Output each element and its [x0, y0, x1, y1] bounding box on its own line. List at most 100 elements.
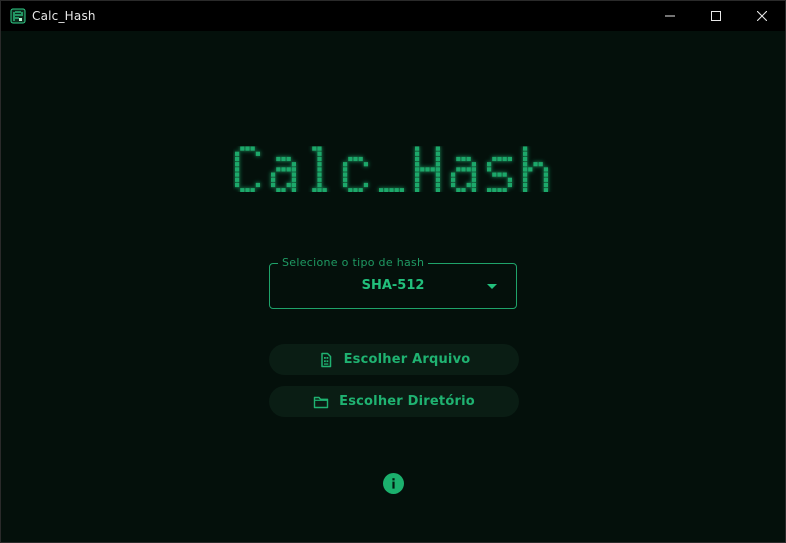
logo-dot	[363, 162, 368, 167]
close-button[interactable]	[739, 1, 785, 31]
logo-dot	[415, 167, 420, 172]
logo-dot	[492, 156, 497, 162]
logo-dot	[497, 188, 502, 192]
logo-dot	[245, 188, 250, 192]
logo-dot	[235, 151, 240, 156]
logo-dot	[543, 182, 548, 188]
logo-dot	[487, 162, 492, 167]
logo-dot	[425, 167, 430, 172]
logo-dot	[523, 167, 528, 172]
hash-type-value: SHA-512	[361, 278, 425, 293]
logo-dot	[461, 188, 466, 192]
choose-file-button[interactable]: Escolher Arquivo	[269, 344, 519, 375]
logo-dot	[240, 188, 245, 192]
logo-dot	[451, 182, 456, 188]
logo-dot	[291, 188, 296, 192]
logo-dot	[250, 188, 255, 192]
logo-dot	[317, 188, 322, 192]
logo-dot	[271, 182, 276, 188]
logo-dot	[235, 182, 240, 188]
hash-type-label: Selecione o tipo de hash	[278, 255, 429, 271]
logo-dot	[471, 188, 476, 192]
hash-type-select[interactable]: Selecione o tipo de hash SHA-512	[269, 255, 517, 309]
logo-dot	[435, 151, 440, 156]
logo-dot	[471, 182, 476, 188]
logo-dot	[523, 146, 528, 151]
logo-dot	[276, 188, 281, 192]
logo-dot	[492, 188, 497, 192]
logo-dot	[250, 146, 255, 151]
logo-dot	[456, 156, 461, 162]
logo-dot	[523, 188, 528, 192]
choose-directory-button[interactable]: Escolher Diretório	[269, 386, 519, 417]
logo-dot	[389, 188, 394, 192]
logo-dot	[384, 188, 389, 192]
logo-char	[235, 146, 260, 192]
logo-char	[312, 146, 327, 192]
logo-dot	[276, 167, 281, 172]
logo-dot	[235, 172, 240, 177]
logo-dot	[523, 162, 528, 167]
file-icon	[320, 352, 331, 367]
maximize-icon	[711, 11, 721, 21]
logo-dot	[471, 172, 476, 177]
logo-dot	[456, 167, 461, 172]
logo-dot	[523, 177, 528, 182]
logo-dot	[543, 188, 548, 192]
logo-dot	[379, 188, 384, 192]
logo-dot	[415, 151, 420, 156]
logo-dot	[451, 172, 456, 177]
logo-dot	[487, 167, 492, 172]
logo-dot	[291, 167, 296, 172]
logo-dot	[240, 146, 245, 151]
logo-dot	[394, 188, 399, 192]
logo-dot	[497, 172, 502, 177]
logo-dot	[322, 188, 327, 192]
logo-char	[523, 146, 548, 192]
logo-dot	[456, 188, 461, 192]
logo-dot	[415, 177, 420, 182]
logo-dot	[502, 188, 507, 192]
logo-dot	[343, 167, 348, 172]
logo-dot	[281, 167, 286, 172]
logo-dot	[415, 172, 420, 177]
logo-dot	[317, 151, 322, 156]
logo-dot	[523, 151, 528, 156]
logo-dot	[466, 156, 471, 162]
logo-dot	[358, 188, 363, 192]
logo-dot	[471, 167, 476, 172]
logo-dot	[271, 177, 276, 182]
logo-dot	[286, 167, 291, 172]
info-button[interactable]	[383, 473, 404, 494]
logo-dot	[291, 172, 296, 177]
maximize-button[interactable]	[693, 1, 739, 31]
logo-dot	[317, 172, 322, 177]
logo-dot	[348, 188, 353, 192]
logo-dot	[358, 156, 363, 162]
logo-dot	[497, 156, 502, 162]
window-title: Calc_Hash	[32, 9, 96, 23]
app-logo	[235, 146, 548, 192]
logo-char	[415, 146, 440, 192]
logo-dot	[317, 177, 322, 182]
logo-dot	[502, 172, 507, 177]
logo-dot	[451, 177, 456, 182]
logo-dot	[538, 162, 543, 167]
app-icon	[10, 8, 26, 24]
logo-char	[451, 156, 476, 192]
minimize-button[interactable]	[647, 1, 693, 31]
info-icon	[392, 478, 395, 489]
logo-dot	[435, 188, 440, 192]
logo-dot	[466, 167, 471, 172]
title-bar[interactable]: Calc_Hash	[1, 1, 785, 31]
logo-dot	[435, 172, 440, 177]
logo-dot	[353, 156, 358, 162]
folder-icon	[313, 396, 329, 408]
logo-dot	[435, 156, 440, 162]
logo-dot	[466, 182, 471, 188]
logo-dot	[399, 188, 404, 192]
logo-dot	[435, 146, 440, 151]
logo-dot	[343, 182, 348, 188]
logo-dot	[317, 156, 322, 162]
logo-dot	[343, 172, 348, 177]
